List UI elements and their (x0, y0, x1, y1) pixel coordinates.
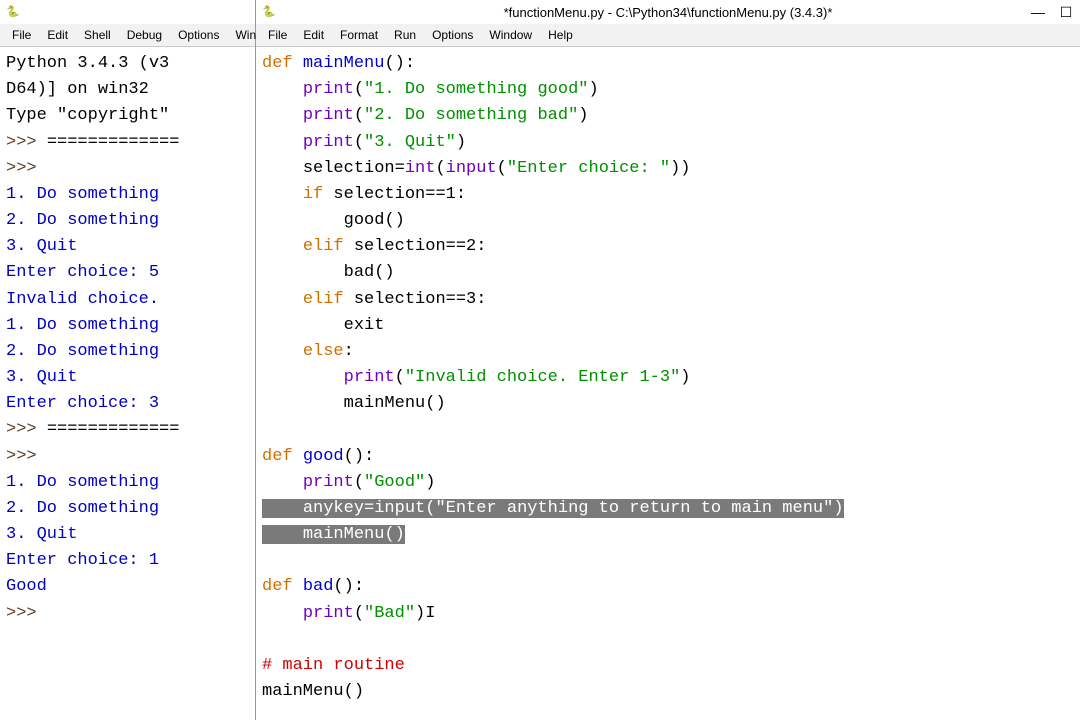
maximize-button[interactable]: ☐ (1052, 0, 1080, 24)
restart-line: ============= (47, 420, 180, 439)
identifier: selection (354, 237, 446, 256)
string: "Enter anything to return to main menu" (435, 499, 833, 518)
text-cursor-icon: I (425, 601, 435, 627)
identifier: selection (354, 290, 446, 309)
identifier: good (344, 211, 385, 230)
window-controls: — ☐ (1024, 0, 1080, 24)
identifier: exit (344, 316, 385, 335)
identifier: selection (333, 185, 425, 204)
menu-shell[interactable]: Shell (76, 26, 119, 44)
output-line: 3. Quit (6, 237, 77, 256)
restart-line: ============= (47, 133, 180, 152)
shell-output[interactable]: Python 3.4.3 (v3 D64)] on win32 Type "co… (0, 47, 255, 720)
menu-edit[interactable]: Edit (39, 26, 76, 44)
editor-titlebar: 🐍 *functionMenu.py - C:\Python34\functio… (256, 0, 1080, 24)
banner-line: D64)] on win32 (6, 80, 149, 99)
output-line: 3. Quit (6, 368, 77, 387)
menu-debug[interactable]: Debug (119, 26, 170, 44)
builtin: input (374, 499, 425, 518)
keyword: if (303, 185, 323, 204)
code-editor[interactable]: def mainMenu(): print("1. Do something g… (256, 47, 1080, 720)
string: "2. Do something bad" (364, 106, 578, 125)
keyword: elif (303, 290, 344, 309)
keyword: else (303, 342, 344, 361)
python-icon: 🐍 (262, 5, 276, 19)
identifier: mainMenu (303, 525, 385, 544)
builtin: print (303, 80, 354, 99)
keyword: elif (303, 237, 344, 256)
menu-window[interactable]: Window (481, 26, 540, 44)
menu-options[interactable]: Options (170, 26, 227, 44)
output-line: 1. Do something (6, 473, 159, 492)
prompt: >>> (6, 604, 47, 623)
string: "Invalid choice. Enter 1-3" (405, 368, 680, 387)
keyword: def (262, 54, 293, 73)
function-name: mainMenu (303, 54, 385, 73)
menu-file[interactable]: File (4, 26, 39, 44)
prompt: >>> (6, 159, 47, 178)
keyword: def (262, 447, 293, 466)
output-line: 1. Do something (6, 185, 159, 204)
function-name: good (303, 447, 344, 466)
builtin: print (303, 133, 354, 152)
output-line: 2. Do something (6, 499, 159, 518)
menu-format[interactable]: Format (332, 26, 386, 44)
string: "3. Quit" (364, 133, 456, 152)
identifier: mainMenu (262, 682, 344, 701)
function-name: bad (303, 577, 334, 596)
builtin: int (405, 159, 436, 178)
identifier: bad (344, 263, 375, 282)
comment: # main routine (262, 656, 405, 675)
output-line: Invalid choice. (6, 290, 159, 309)
python-icon: 🐍 (6, 5, 20, 19)
minimize-button[interactable]: — (1024, 0, 1052, 24)
menu-run[interactable]: Run (386, 26, 424, 44)
output-line: Enter choice: 3 (6, 394, 159, 413)
output-line: Enter choice: 1 (6, 551, 159, 570)
identifier: anykey (303, 499, 364, 518)
menu-options[interactable]: Options (424, 26, 481, 44)
string: "1. Do something good" (364, 80, 588, 99)
prompt: >>> (6, 420, 47, 439)
keyword: def (262, 577, 293, 596)
editor-window: 🐍 *functionMenu.py - C:\Python34\functio… (256, 0, 1080, 720)
builtin: print (303, 604, 354, 623)
string: "Enter choice: " (507, 159, 670, 178)
prompt: >>> (6, 447, 47, 466)
output-line: 3. Quit (6, 525, 77, 544)
identifier: mainMenu (344, 394, 426, 413)
prompt: >>> (6, 133, 47, 152)
identifier: selection (303, 159, 395, 178)
banner-line: Python 3.4.3 (v3 (6, 54, 169, 73)
output-line: 2. Do something (6, 211, 159, 230)
menu-file[interactable]: File (260, 26, 295, 44)
output-line: Good (6, 577, 47, 596)
window-title: *functionMenu.py - C:\Python34\functionM… (504, 5, 833, 20)
output-line: 2. Do something (6, 342, 159, 361)
string: "Good" (364, 473, 425, 492)
string: "Bad" (364, 604, 415, 623)
shell-menubar: File Edit Shell Debug Options Window (0, 24, 255, 47)
builtin: print (344, 368, 395, 387)
selected-text: anykey=input("Enter anything to return t… (262, 499, 844, 544)
output-line: 1. Do something (6, 316, 159, 335)
menu-help[interactable]: Help (540, 26, 581, 44)
builtin: print (303, 106, 354, 125)
shell-window: 🐍 File Edit Shell Debug Options Window P… (0, 0, 256, 720)
builtin: input (446, 159, 497, 178)
editor-menubar: File Edit Format Run Options Window Help (256, 24, 1080, 47)
shell-titlebar: 🐍 (0, 0, 255, 24)
menu-edit[interactable]: Edit (295, 26, 332, 44)
output-line: Enter choice: 5 (6, 263, 159, 282)
banner-line: Type "copyright" (6, 106, 169, 125)
builtin: print (303, 473, 354, 492)
